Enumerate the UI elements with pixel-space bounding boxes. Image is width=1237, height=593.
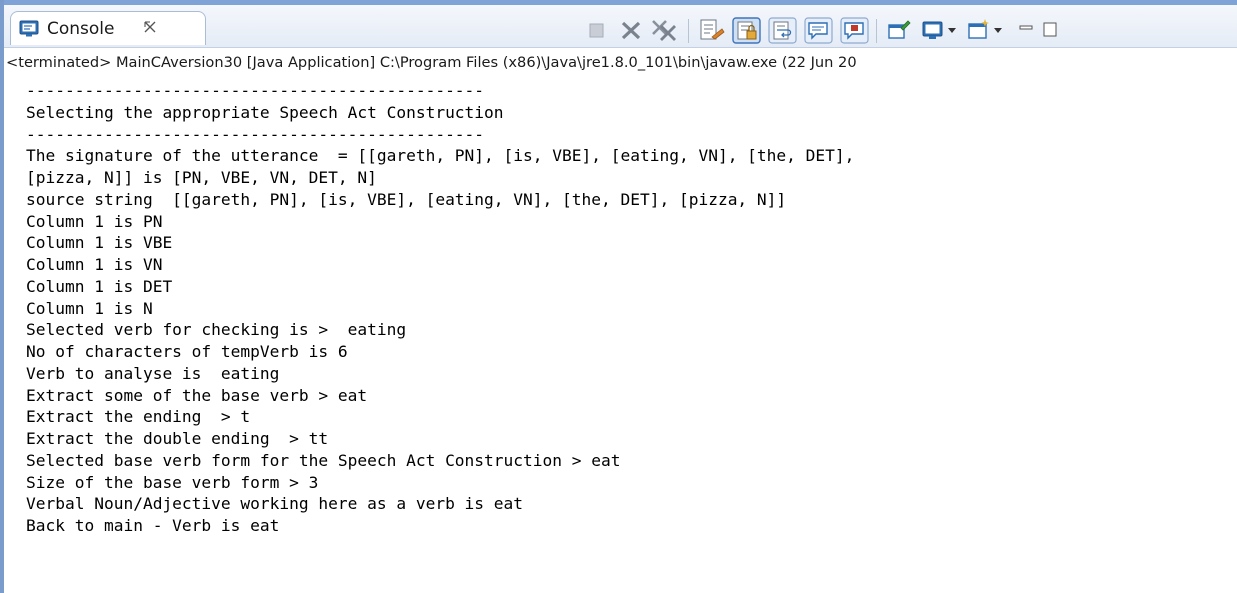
console-line: Column 1 is PN (26, 211, 163, 231)
terminate-button[interactable] (584, 17, 610, 43)
console-toolbar (584, 17, 1237, 47)
console-line: The signature of the utterance = [[garet… (26, 146, 855, 166)
console-line: ----------------------------------------… (26, 81, 485, 100)
console-icon (19, 20, 39, 38)
console-line: Extract some of the base verb > eat (26, 385, 368, 405)
scroll-lock-button[interactable] (732, 17, 762, 44)
console-line: Column 1 is N (26, 298, 153, 318)
maximize-button[interactable] (1040, 17, 1060, 43)
clear-console-button[interactable] (698, 17, 726, 43)
console-line: source string [[gareth, PN], [is, VBE], … (26, 189, 787, 209)
word-wrap-button[interactable] (768, 17, 798, 44)
show-on-stderr-button[interactable] (840, 17, 870, 44)
console-output[interactable]: ----------------------------------------… (4, 80, 1237, 593)
tab-console[interactable]: Console (10, 11, 206, 45)
display-console-dropdown[interactable] (946, 17, 958, 43)
open-console-dropdown[interactable] (992, 17, 1004, 43)
minimize-button[interactable] (1016, 17, 1036, 43)
console-line: [pizza, N]] is [PN, VBE, VN, DET, N] (26, 168, 377, 187)
console-line: Size of the base verb form > 3 (26, 472, 319, 492)
toolbar-separator (876, 19, 877, 43)
pin-console-button[interactable] (886, 17, 912, 43)
console-line: Column 1 is VN (26, 255, 163, 274)
console-view: Console <terminated> MainCAversion30 [Ja… (0, 0, 1237, 593)
remove-launch-button[interactable] (618, 17, 644, 43)
console-line: Selecting the appropriate Speech Act Con… (26, 102, 504, 122)
console-line: Back to main - Verb is eat (26, 516, 280, 535)
console-line: Extract the double ending > tt (26, 429, 329, 448)
remove-all-terminated-button[interactable] (650, 17, 680, 43)
display-console-button[interactable] (920, 17, 946, 43)
console-line: Column 1 is VBE (26, 233, 173, 253)
console-line: ----------------------------------------… (26, 124, 485, 144)
open-console-button[interactable] (966, 17, 992, 43)
view-tab-bar: Console (4, 5, 1237, 48)
toolbar-separator (688, 19, 689, 43)
console-line: Column 1 is DET (26, 276, 173, 296)
console-line: Extract the ending > t (26, 407, 251, 427)
console-line: Verb to analyse is eating (26, 363, 280, 383)
console-line: Verbal Noun/Adjective working here as a … (26, 494, 524, 514)
process-status-line: <terminated> MainCAversion30 [Java Appli… (4, 48, 1237, 78)
close-icon[interactable] (142, 19, 158, 35)
console-line: Selected base verb form for the Speech A… (26, 450, 621, 470)
console-line: No of characters of tempVerb is 6 (26, 342, 348, 361)
show-on-stdout-button[interactable] (804, 17, 834, 44)
console-line: Selected verb for checking is > eating (26, 320, 407, 340)
tab-title: Console (47, 19, 115, 39)
